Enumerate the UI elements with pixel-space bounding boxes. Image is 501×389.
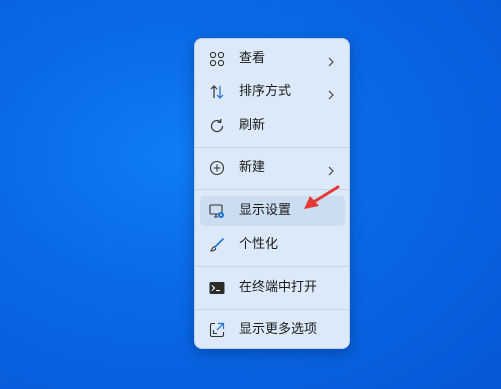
menu-item-show-more-options[interactable]: 显示更多选项 <box>200 315 345 345</box>
menu-item-label: 在终端中打开 <box>239 280 318 295</box>
refresh-icon <box>209 118 225 134</box>
menu-item-sort-by[interactable]: 排序方式 <box>200 77 345 107</box>
chevron-right-icon <box>326 53 336 67</box>
menu-item-refresh[interactable]: 刷新 <box>200 111 345 141</box>
red-arrow-pointer-icon <box>304 185 340 209</box>
menu-item-label: 查看 <box>239 51 266 66</box>
menu-item-label: 排序方式 <box>239 84 292 99</box>
chevron-right-icon <box>326 162 336 176</box>
display-settings-icon <box>209 203 225 219</box>
menu-item-label: 刷新 <box>239 118 266 133</box>
more-options-icon <box>209 322 225 338</box>
grid-icon <box>209 51 225 67</box>
sort-arrows-icon <box>209 84 225 100</box>
menu-item-new[interactable]: 新建 <box>200 153 345 183</box>
plus-circle-icon <box>209 160 225 176</box>
brush-icon <box>209 237 225 253</box>
chevron-right-icon <box>326 86 336 100</box>
menu-item-label: 显示更多选项 <box>239 322 318 337</box>
terminal-icon <box>209 280 225 296</box>
menu-separator <box>195 147 349 148</box>
menu-separator <box>195 266 349 267</box>
menu-item-personalize[interactable]: 个性化 <box>200 230 345 260</box>
menu-item-label: 新建 <box>239 160 266 175</box>
menu-item-label: 个性化 <box>239 237 279 252</box>
menu-item-view[interactable]: 查看 <box>200 44 345 74</box>
menu-separator <box>195 309 349 310</box>
menu-item-open-in-terminal[interactable]: 在终端中打开 <box>200 273 345 303</box>
menu-item-label: 显示设置 <box>239 203 292 218</box>
